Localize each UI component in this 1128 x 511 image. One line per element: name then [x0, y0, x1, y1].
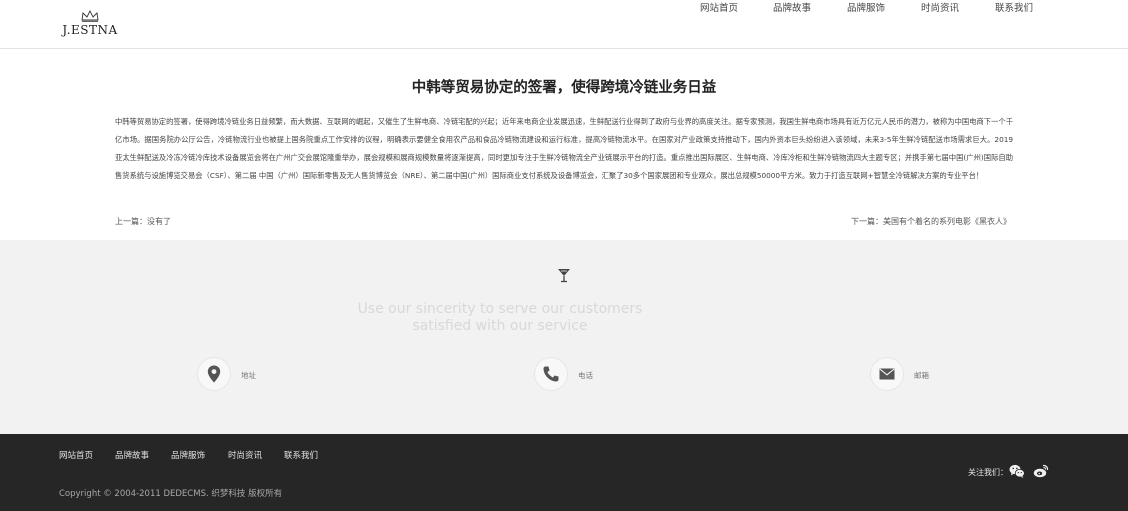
nav-item-brand-apparel[interactable]: 品牌服饰 [847, 0, 885, 14]
email-icon-circle [870, 357, 904, 391]
contact-label-email: 邮箱 [914, 371, 929, 380]
follow-us-label: 关注我们： [968, 468, 1008, 477]
nav-item-contact[interactable]: 联系我们 [995, 0, 1033, 14]
contact-label-phone: 电话 [578, 371, 593, 380]
prev-article-link[interactable]: 上一篇：没有了 [115, 216, 171, 227]
slogan-line-2: satisfied with our service [412, 318, 588, 334]
brand-logo[interactable]: J.ESTNA [58, 10, 122, 40]
contact-section: Use our sincerity to serve our customers… [0, 240, 1128, 434]
nav-item-brand-story[interactable]: 品牌故事 [773, 0, 811, 14]
phone-icon-circle [534, 357, 568, 391]
envelope-icon [879, 368, 895, 380]
wechat-icon[interactable] [1009, 463, 1025, 479]
crown-icon [81, 10, 99, 22]
nav-item-home[interactable]: 网站首页 [700, 0, 738, 14]
footer-nav-brand-apparel[interactable]: 品牌服饰 [171, 449, 205, 461]
phone-icon [543, 366, 559, 382]
footer-nav-contact[interactable]: 联系我们 [284, 449, 318, 461]
site-footer: 网站首页 品牌故事 品牌服饰 时尚资讯 联系我们 关注我们： Copyright… [0, 434, 1128, 511]
article-title: 中韩等贸易协定的签署，使得跨境冷链业务日益 [411, 80, 717, 96]
site-header: J.ESTNA 网站首页 品牌故事 品牌服饰 时尚资讯 联系我们 [0, 0, 1128, 49]
slogan: Use our sincerity to serve our customers… [0, 301, 1128, 335]
footer-nav-home[interactable]: 网站首页 [59, 449, 93, 461]
cocktail-glass-icon [558, 269, 570, 283]
contact-label-address: 地址 [241, 371, 256, 380]
footer-nav-fashion-news[interactable]: 时尚资讯 [228, 449, 262, 461]
copyright-text: Copyright © 2004-2011 DEDECMS. 织梦科技 版权所有 [59, 489, 283, 499]
nav-item-fashion-news[interactable]: 时尚资讯 [921, 0, 959, 14]
footer-nav-brand-story[interactable]: 品牌故事 [115, 449, 149, 461]
next-article-link[interactable]: 下一篇：美国有个着名的系列电影《黑衣人》 [851, 216, 1011, 227]
article-body: 中韩等贸易协定的签署，使得跨境冷链业务日益频繁，而大数据、互联网的崛起，又催生了… [115, 117, 1013, 180]
address-icon-circle [197, 357, 231, 391]
weibo-icon[interactable] [1033, 463, 1049, 479]
location-pin-icon [207, 365, 221, 383]
logo-text: J.ESTNA [62, 23, 118, 37]
slogan-line-1: Use our sincerity to serve our customers [357, 301, 643, 317]
